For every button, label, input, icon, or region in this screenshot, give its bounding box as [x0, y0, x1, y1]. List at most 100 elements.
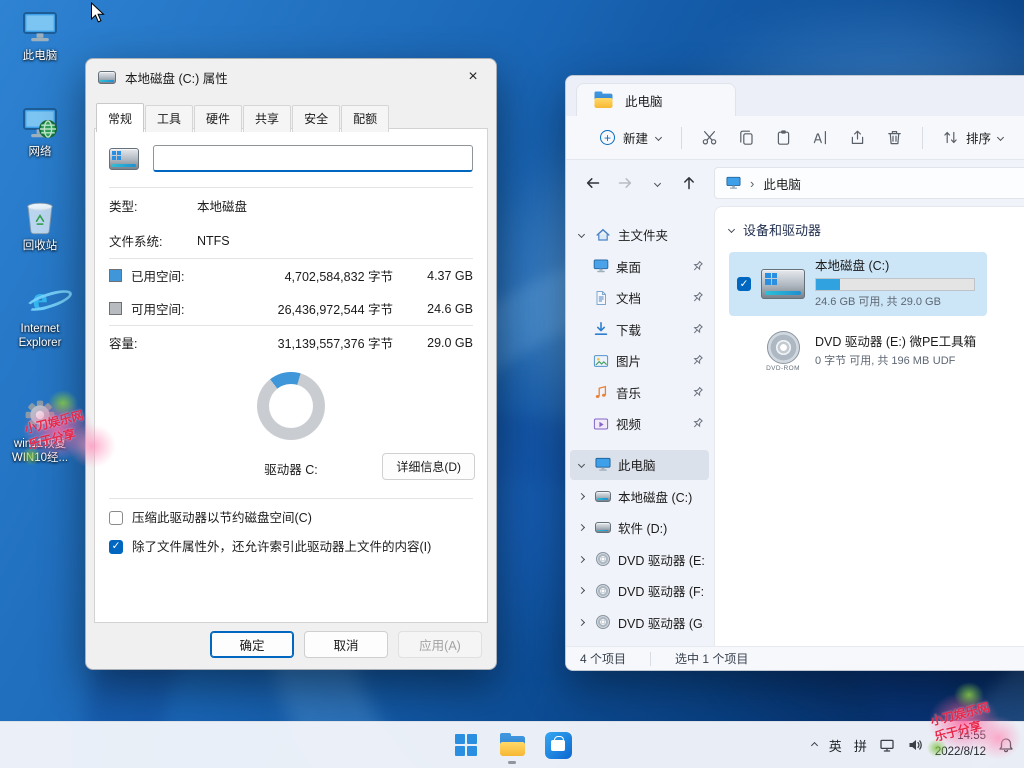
- notification-bell-icon[interactable]: [998, 737, 1014, 753]
- details-button[interactable]: 详细信息(D): [382, 453, 475, 480]
- cancel-button[interactable]: 取消: [304, 631, 388, 658]
- sidebar-item-pictures[interactable]: 图片: [570, 346, 709, 376]
- clock[interactable]: 14:55 2022/8/12: [935, 729, 986, 760]
- new-button[interactable]: + 新建: [590, 122, 671, 154]
- desktop-icon-recycle-bin[interactable]: 回收站: [2, 198, 78, 253]
- taskbar-tray: 英 拼 14:55 2022/8/12: [812, 722, 1014, 768]
- sidebar-item-drive-d[interactable]: 软件 (D:): [570, 513, 709, 543]
- back-button[interactable]: [578, 168, 608, 198]
- chevron-right-icon[interactable]: [577, 618, 584, 625]
- item-checkbox[interactable]: [1007, 345, 1021, 359]
- tab-sharing[interactable]: 共享: [243, 105, 291, 132]
- cut-button[interactable]: [692, 122, 727, 154]
- address-bar[interactable]: › 此电脑: [714, 167, 1024, 199]
- explorer-tab-this-pc[interactable]: 此电脑: [576, 83, 736, 116]
- explorer-sidebar: 主文件夹 桌面 文档 下载 图片: [566, 206, 714, 646]
- dvd-rom-icon: [767, 331, 800, 364]
- network-icon[interactable]: [879, 737, 895, 753]
- sidebar-item-drive-g[interactable]: DVD 驱动器 (G:): [570, 607, 709, 637]
- compress-checkbox[interactable]: [109, 511, 123, 525]
- tray-date: 2022/8/12: [935, 745, 986, 761]
- sidebar-item-videos[interactable]: 视频: [570, 409, 709, 439]
- sidebar-item-music[interactable]: 音乐: [570, 377, 709, 407]
- capacity-label: 容量:: [109, 333, 197, 352]
- free-space-swatch: [109, 302, 122, 315]
- apply-button[interactable]: 应用(A): [398, 631, 482, 658]
- delete-button[interactable]: [877, 122, 912, 154]
- divider: [650, 652, 651, 666]
- forward-button[interactable]: [610, 168, 640, 198]
- volume-label-input[interactable]: [153, 145, 473, 172]
- drive-tile-d[interactable]: 软件 (D:): [999, 252, 1024, 316]
- up-button[interactable]: [674, 168, 704, 198]
- taskbar-center-icons: [446, 725, 578, 765]
- sidebar-item-drive-c[interactable]: 本地磁盘 (C:): [570, 481, 709, 511]
- sidebar-item-home[interactable]: 主文件夹: [570, 220, 709, 250]
- share-icon: [849, 129, 866, 146]
- drive-tile-e[interactable]: DVD-ROM DVD 驱动器 (E:) 微PE工具箱 0 字节 可用, 共 1…: [729, 325, 987, 378]
- dvd-icon: [596, 552, 610, 566]
- internet-explorer-icon: e: [32, 281, 47, 319]
- close-icon[interactable]: ×: [450, 60, 496, 94]
- sidebar-item-drive-f[interactable]: DVD 驱动器 (F:): [570, 576, 709, 606]
- desktop-icon-internet-explorer[interactable]: e Internet Explorer: [2, 281, 78, 351]
- desktop-icon-label: 回收站: [23, 239, 58, 253]
- compress-checkbox-row[interactable]: 压缩此驱动器以节约磁盘空间(C): [95, 499, 487, 528]
- share-button[interactable]: [840, 122, 875, 154]
- index-checkbox[interactable]: ✓: [109, 540, 123, 554]
- tab-hardware[interactable]: 硬件: [194, 105, 242, 132]
- chevron-right-icon[interactable]: [577, 492, 584, 499]
- ime-mode-indicator[interactable]: 拼: [854, 736, 867, 755]
- drive-icon: [595, 491, 611, 502]
- language-indicator[interactable]: 英: [829, 736, 842, 755]
- usage-chart-area: [95, 359, 487, 442]
- drive-icon: [109, 148, 139, 170]
- drive-tile-c[interactable]: ✓ 本地磁盘 (C:) 24.6 GB 可用, 共 29.0 GB: [729, 252, 987, 316]
- used-space-label: 已用空间:: [131, 266, 197, 285]
- divider: [922, 127, 923, 149]
- chevron-right-icon[interactable]: [577, 524, 584, 531]
- tab-quota[interactable]: 配额: [341, 105, 389, 132]
- used-space-row: 已用空间: 4,702,584,832 字节 4.37 GB: [95, 259, 487, 292]
- copy-button[interactable]: [729, 122, 764, 154]
- item-checkbox[interactable]: ✓: [737, 277, 751, 291]
- desktop-icon-this-pc[interactable]: 此电脑: [2, 8, 78, 63]
- sidebar-item-drive-e[interactable]: DVD 驱动器 (E:): [570, 544, 709, 574]
- store-taskbar-button[interactable]: [538, 725, 578, 765]
- pin-icon: [691, 386, 704, 399]
- index-checkbox-label: 除了文件属性外，还允许索引此驱动器上文件的内容(I): [132, 539, 431, 555]
- chevron-right-icon[interactable]: [577, 587, 584, 594]
- desktop-icon-win11-restore[interactable]: win11恢复 WIN10经...: [2, 396, 78, 466]
- start-button[interactable]: [446, 725, 486, 765]
- status-item-count: 4 个项目: [580, 650, 626, 667]
- sidebar-item-desktop[interactable]: 桌面: [570, 251, 709, 281]
- desktop-icon-label: Internet Explorer: [3, 322, 77, 351]
- desktop-icon-network[interactable]: 网络: [2, 104, 78, 159]
- rename-button[interactable]: [803, 122, 838, 154]
- file-explorer-taskbar-button[interactable]: [492, 725, 532, 765]
- chevron-right-icon[interactable]: [577, 555, 584, 562]
- sidebar-item-this-pc[interactable]: 此电脑: [570, 450, 709, 480]
- paste-button[interactable]: [766, 122, 801, 154]
- windows-flag-icon: [112, 151, 121, 160]
- breadcrumb-this-pc[interactable]: 此电脑: [763, 174, 801, 193]
- item-checkbox[interactable]: [1007, 277, 1021, 291]
- section-devices-and-drives[interactable]: 设备和驱动器: [729, 220, 1024, 239]
- drive-tile-f[interactable]: DVD-ROM DVD 驱动器 (F:): [999, 325, 1024, 378]
- recent-locations-button[interactable]: [642, 168, 672, 198]
- explorer-titlebar[interactable]: 此电脑: [566, 76, 1024, 116]
- drive-detail: 24.6 GB 可用, 共 29.0 GB: [815, 296, 941, 308]
- item-checkbox[interactable]: [737, 345, 751, 359]
- sidebar-item-documents[interactable]: 文档: [570, 283, 709, 313]
- sidebar-item-downloads[interactable]: 下载: [570, 314, 709, 344]
- index-checkbox-row[interactable]: ✓ 除了文件属性外，还允许索引此驱动器上文件的内容(I): [95, 528, 487, 557]
- hidden-icons-chevron-icon[interactable]: [811, 741, 818, 748]
- ok-button[interactable]: 确定: [210, 631, 294, 658]
- music-icon: [592, 384, 609, 400]
- tab-general[interactable]: 常规: [96, 103, 144, 132]
- type-row: 类型: 本地磁盘: [95, 188, 487, 223]
- tab-tools[interactable]: 工具: [145, 105, 193, 132]
- sort-button[interactable]: 排序: [933, 122, 1012, 154]
- volume-icon[interactable]: [907, 737, 923, 753]
- tab-security[interactable]: 安全: [292, 105, 340, 132]
